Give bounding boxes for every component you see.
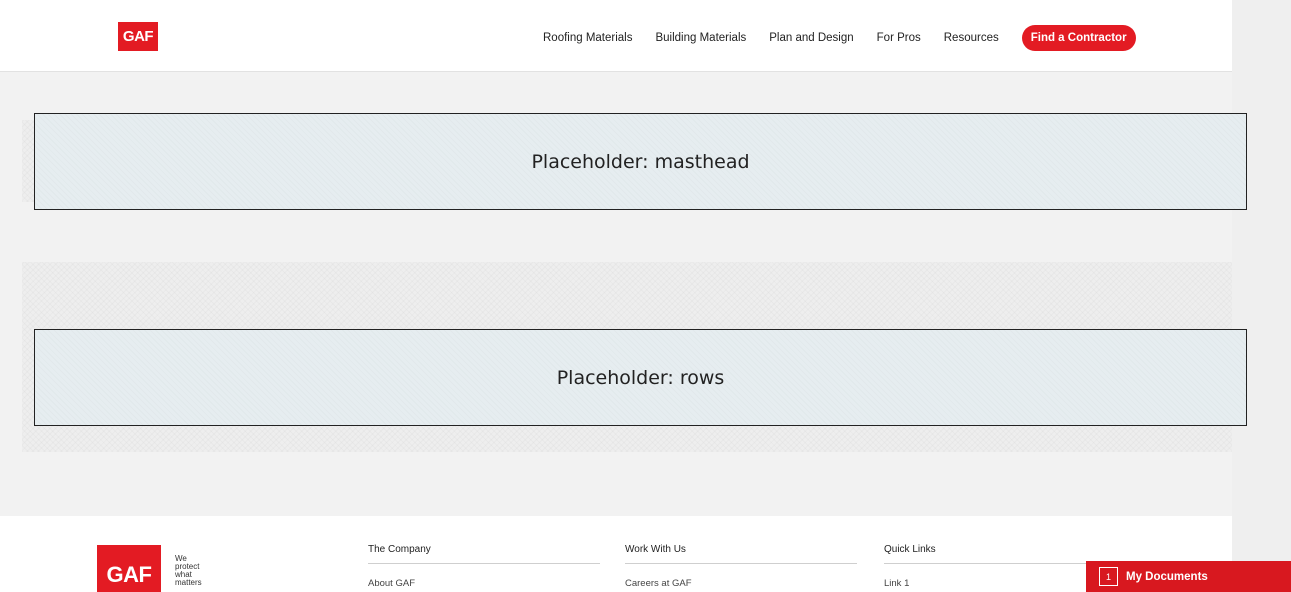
document-count-badge: 1	[1099, 567, 1118, 586]
page: GAF Roofing Materials Building Materials…	[0, 0, 1291, 592]
gaf-logo[interactable]: GAF	[118, 22, 158, 51]
find-contractor-button[interactable]: Find a Contractor	[1021, 25, 1136, 51]
masthead-placeholder: Placeholder: masthead	[34, 113, 1247, 210]
footer-column-company: The Company About GAF	[368, 544, 600, 589]
footer-link-1[interactable]: Link 1	[884, 578, 1116, 589]
my-documents-label: My Documents	[1126, 570, 1208, 583]
site-header: GAF Roofing Materials Building Materials…	[0, 0, 1232, 72]
tagline-line: matters	[175, 578, 202, 587]
footer-column-heading: The Company	[368, 544, 600, 564]
footer-link-about-gaf[interactable]: About GAF	[368, 578, 600, 589]
rows-placeholder: Placeholder: rows	[34, 329, 1247, 426]
footer-tagline: We protect what matters	[175, 555, 215, 587]
footer-link-careers[interactable]: Careers at GAF	[625, 578, 857, 589]
footer-column-heading: Work With Us	[625, 544, 857, 564]
nav-for-pros[interactable]: For Pros	[877, 32, 921, 44]
right-gutter	[1232, 0, 1291, 592]
footer-column-work-with-us: Work With Us Careers at GAF	[625, 544, 857, 589]
my-documents-button[interactable]: 1 My Documents	[1086, 561, 1291, 592]
nav-resources[interactable]: Resources	[944, 32, 999, 44]
nav-plan-and-design[interactable]: Plan and Design	[769, 32, 853, 44]
nav-roofing-materials[interactable]: Roofing Materials	[543, 32, 632, 44]
nav-building-materials[interactable]: Building Materials	[655, 32, 746, 44]
footer-column-quick-links: Quick Links Link 1	[884, 544, 1116, 589]
footer-gaf-logo[interactable]: GAF	[97, 545, 161, 592]
footer-column-heading: Quick Links	[884, 544, 1116, 564]
site-footer: GAF We protect what matters The Company …	[0, 516, 1232, 592]
main-nav: Roofing Materials Building Materials Pla…	[543, 25, 1136, 51]
